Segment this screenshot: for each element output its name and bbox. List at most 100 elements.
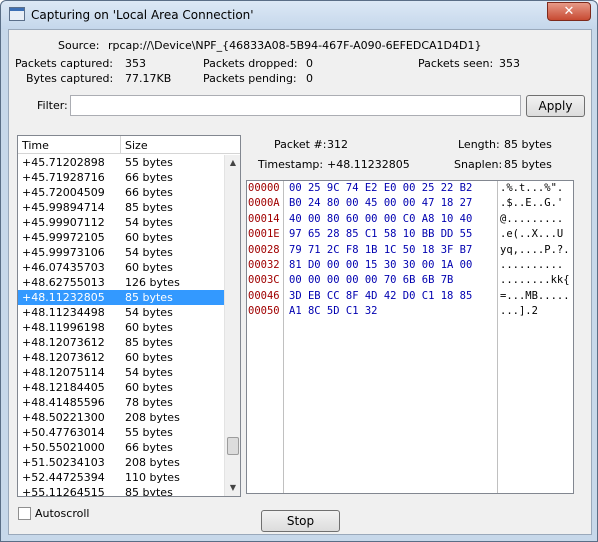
timestamp-label: Timestamp: bbox=[258, 158, 324, 171]
scroll-down-icon[interactable]: ▼ bbox=[225, 480, 240, 496]
table-row[interactable]: +48.11996198 60 bytes bbox=[18, 320, 224, 335]
table-row[interactable]: +51.50234103 208 bytes bbox=[18, 455, 224, 470]
row-size: 85 bytes bbox=[125, 291, 173, 304]
hex-dump-view[interactable]: 00000 0000A 00014 0001E 00028 00032 0003C 00046… bbox=[246, 180, 574, 494]
row-time: +45.71928716 bbox=[22, 171, 105, 184]
table-row[interactable]: +50.47763014 55 bytes bbox=[18, 425, 224, 440]
app-window-icon bbox=[9, 7, 25, 21]
row-size: 66 bytes bbox=[125, 186, 173, 199]
row-time: +48.11996198 bbox=[22, 321, 105, 334]
hex-ascii-line: yq,....P.?. bbox=[500, 243, 570, 256]
hex-bytes-line: 97 65 28 85 C1 58 10 BB DD 55 bbox=[289, 228, 473, 241]
row-size: 54 bytes bbox=[125, 306, 173, 319]
column-time-header[interactable]: Time bbox=[22, 139, 49, 152]
packets-pending-value: 0 bbox=[306, 72, 313, 85]
row-size: 85 bytes bbox=[125, 201, 173, 214]
packet-list-header: Time Size bbox=[18, 136, 240, 154]
scroll-up-icon[interactable]: ▲ bbox=[225, 155, 240, 171]
stop-button[interactable]: Stop bbox=[261, 510, 340, 532]
row-time: +52.44725394 bbox=[22, 471, 105, 484]
source-label: Source: bbox=[58, 39, 100, 52]
packets-dropped-label: Packets dropped: bbox=[203, 57, 298, 70]
row-time: +48.11234498 bbox=[22, 306, 105, 319]
hex-bytes-line: B0 24 80 00 45 00 00 47 18 27 bbox=[289, 197, 473, 210]
table-row[interactable]: +48.12073612 60 bytes bbox=[18, 350, 224, 365]
table-row[interactable]: +48.11232805 85 bytes bbox=[18, 290, 224, 305]
packet-number-value: 312 bbox=[327, 138, 348, 151]
row-size: 78 bytes bbox=[125, 396, 173, 409]
snaplen-label: Snaplen: bbox=[454, 158, 503, 171]
table-row[interactable]: +45.99973106 54 bytes bbox=[18, 245, 224, 260]
hex-ascii-line: .$..E..G.' bbox=[500, 197, 564, 210]
row-time: +55.11264515 bbox=[22, 486, 105, 497]
table-row[interactable]: +50.55021000 66 bytes bbox=[18, 440, 224, 455]
length-value: 85 bytes bbox=[504, 138, 552, 151]
hex-ascii-line: ........kk{ bbox=[500, 274, 570, 287]
autoscroll-checkbox[interactable] bbox=[18, 507, 31, 520]
packets-seen-value: 353 bbox=[499, 57, 520, 70]
table-row[interactable]: +45.99907112 54 bytes bbox=[18, 215, 224, 230]
apply-button[interactable]: Apply bbox=[526, 95, 585, 117]
hex-bytes-line: 00 00 00 00 00 70 6B 6B 7B bbox=[289, 274, 454, 287]
table-row[interactable]: +48.11234498 54 bytes bbox=[18, 305, 224, 320]
row-time: +48.11232805 bbox=[22, 291, 105, 304]
packet-number-label: Packet #: bbox=[274, 138, 327, 151]
table-row[interactable]: +48.62755013 126 bytes bbox=[18, 275, 224, 290]
packets-captured-value: 353 bbox=[125, 57, 146, 70]
packets-seen-label: Packets seen: bbox=[418, 57, 494, 70]
row-time: +50.55021000 bbox=[22, 441, 105, 454]
row-time: +51.50234103 bbox=[22, 456, 105, 469]
column-separator[interactable] bbox=[120, 136, 121, 154]
row-time: +45.99894714 bbox=[22, 201, 105, 214]
row-size: 55 bytes bbox=[125, 156, 173, 169]
row-time: +45.72004509 bbox=[22, 186, 105, 199]
table-row[interactable]: +52.44725394 110 bytes bbox=[18, 470, 224, 485]
row-size: 110 bytes bbox=[125, 471, 180, 484]
table-row[interactable]: +45.71202898 55 bytes bbox=[18, 155, 224, 170]
row-size: 60 bytes bbox=[125, 261, 173, 274]
autoscroll-label[interactable]: Autoscroll bbox=[35, 507, 89, 520]
filter-input[interactable] bbox=[70, 95, 521, 116]
hex-ascii-line: .%.t...%". bbox=[500, 182, 564, 194]
hex-offset-line: 00028 bbox=[248, 243, 280, 256]
row-time: +45.71202898 bbox=[22, 156, 105, 169]
hex-ascii-line: =...MB..... bbox=[500, 289, 570, 302]
table-row[interactable]: +48.50221300 208 bytes bbox=[18, 410, 224, 425]
row-time: +48.41485596 bbox=[22, 396, 105, 409]
hex-offset-line: 0000A bbox=[248, 197, 280, 210]
hex-bytes-line: 3D EB CC 8F 4D 42 D0 C1 18 85 bbox=[289, 289, 473, 302]
row-size: 55 bytes bbox=[125, 426, 173, 439]
hex-ascii-line: .e(..X...U bbox=[500, 228, 564, 241]
column-size-header[interactable]: Size bbox=[125, 139, 148, 152]
bytes-captured-label: Bytes captured: bbox=[26, 72, 114, 85]
table-row[interactable]: +48.12073612 85 bytes bbox=[18, 335, 224, 350]
row-size: 54 bytes bbox=[125, 216, 173, 229]
packet-list[interactable]: Time Size +45.71202898 55 bytes +45.719287… bbox=[17, 135, 241, 497]
table-row[interactable]: +48.41485596 78 bytes bbox=[18, 395, 224, 410]
length-label: Length: bbox=[458, 138, 500, 151]
close-button[interactable]: ✕ bbox=[547, 2, 591, 21]
table-row[interactable]: +46.07435703 60 bytes bbox=[18, 260, 224, 275]
row-size: 85 bytes bbox=[125, 486, 173, 497]
row-size: 60 bytes bbox=[125, 321, 173, 334]
hex-offset-line: 0003C bbox=[248, 274, 280, 287]
table-row[interactable]: +55.11264515 85 bytes bbox=[18, 485, 224, 497]
table-row[interactable]: +45.72004509 66 bytes bbox=[18, 185, 224, 200]
table-row[interactable]: +45.99972105 60 bytes bbox=[18, 230, 224, 245]
scroll-thumb[interactable] bbox=[227, 437, 239, 455]
row-time: +48.12073612 bbox=[22, 336, 105, 349]
row-size: 85 bytes bbox=[125, 336, 173, 349]
row-size: 66 bytes bbox=[125, 171, 173, 184]
hex-bytes-line: 79 71 2C F8 1B 1C 50 18 3F B7 bbox=[289, 243, 473, 256]
snaplen-value: 85 bytes bbox=[504, 158, 552, 171]
hex-bytes-column: 00 25 9C 74 E2 E0 00 25 22 B2 B0 24 80 00… bbox=[284, 181, 498, 493]
row-size: 208 bytes bbox=[125, 456, 180, 469]
table-row[interactable]: +48.12184405 60 bytes bbox=[18, 380, 224, 395]
table-row[interactable]: +45.71928716 66 bytes bbox=[18, 170, 224, 185]
title-bar[interactable]: Capturing on 'Local Area Connection' ✕ bbox=[1, 1, 597, 29]
packet-rows: +45.71202898 55 bytes +45.71928716 66 bytes… bbox=[18, 155, 224, 497]
row-size: 126 bytes bbox=[125, 276, 180, 289]
table-row[interactable]: +48.12075114 54 bytes bbox=[18, 365, 224, 380]
table-row[interactable]: +45.99894714 85 bytes bbox=[18, 200, 224, 215]
list-scrollbar[interactable]: ▲ ▼ bbox=[224, 155, 240, 496]
